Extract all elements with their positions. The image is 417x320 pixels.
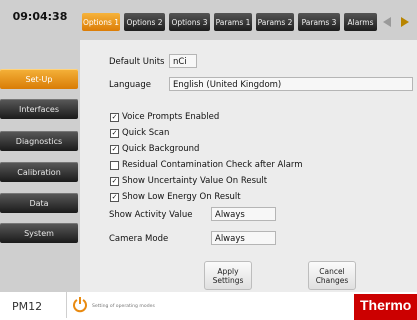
status-bar: PM12 Setting of operating modes Thermo — [0, 292, 417, 320]
apply-line1: Apply — [217, 266, 239, 276]
camera-mode-label: Camera Mode — [109, 234, 169, 244]
tab-params-1[interactable]: Params 1 — [214, 13, 252, 31]
sidebar-item-label: Calibration — [17, 167, 61, 177]
thermo-logo: Thermo — [354, 294, 417, 320]
voice-prompts-checkbox[interactable]: ✓ Voice Prompts Enabled — [110, 112, 219, 122]
language-label: Language — [109, 80, 151, 90]
tab-params-2[interactable]: Params 2 — [256, 13, 294, 31]
settings-panel: Default Units nCi Language English (Unit… — [80, 40, 417, 292]
sidebar-item-system[interactable]: System — [0, 223, 78, 243]
clock: 09:04:38 — [12, 10, 68, 23]
checkbox-box: ✓ — [110, 128, 119, 138]
sidebar-item-label: Set-Up — [25, 74, 53, 84]
checkbox-box: ✓ — [110, 144, 119, 154]
cancel-changes-label: Cancel Changes — [316, 267, 349, 285]
triangle-right-icon[interactable] — [397, 13, 413, 31]
residual-contamination-checkbox[interactable]: Residual Contamination Check after Alarm — [110, 160, 303, 170]
apply-settings-label: Apply Settings — [213, 267, 244, 285]
sidebar-item-label: Diagnostics — [15, 136, 63, 146]
tab-options-1[interactable]: Options 1 — [82, 13, 120, 31]
sidebar-item-calibration[interactable]: Calibration — [0, 162, 78, 182]
sidebar-item-label: Data — [29, 198, 49, 208]
checkbox-label: Show Low Energy On Result — [122, 192, 241, 202]
tab-bar: Options 1 Options 2 Options 3 Params 1 P… — [80, 0, 417, 40]
apply-settings-button[interactable]: Apply Settings — [204, 261, 252, 290]
checkbox-label: Residual Contamination Check after Alarm — [122, 160, 303, 170]
sidebar-item-diagnostics[interactable]: Diagnostics — [0, 131, 78, 151]
triangle-left-icon[interactable] — [379, 13, 395, 31]
sidebar: 09:04:38 Set-Up Interfaces Diagnostics C… — [0, 0, 80, 292]
sidebar-item-label: Interfaces — [19, 104, 59, 114]
power-icon[interactable] — [72, 295, 88, 313]
show-activity-label: Show Activity Value — [109, 210, 193, 220]
checkbox-box — [110, 160, 119, 170]
app-window: 09:04:38 Set-Up Interfaces Diagnostics C… — [0, 0, 417, 320]
quick-background-checkbox[interactable]: ✓ Quick Background — [110, 144, 199, 154]
default-units-field[interactable]: nCi — [169, 54, 197, 68]
cancel-changes-button[interactable]: Cancel Changes — [308, 261, 356, 290]
checkbox-box: ✓ — [110, 176, 119, 186]
status-divider — [66, 292, 67, 318]
sidebar-item-setup[interactable]: Set-Up — [0, 69, 78, 89]
sidebar-item-interfaces[interactable]: Interfaces — [0, 99, 78, 119]
checkbox-label: Voice Prompts Enabled — [122, 112, 220, 122]
device-model: PM12 — [12, 300, 43, 313]
camera-mode-field[interactable]: Always — [211, 231, 276, 245]
tab-options-2[interactable]: Options 2 — [124, 13, 165, 31]
checkbox-box: ✓ — [110, 192, 119, 202]
cancel-line2: Changes — [315, 275, 349, 285]
show-low-energy-checkbox[interactable]: ✓ Show Low Energy On Result — [110, 192, 241, 202]
show-activity-field[interactable]: Always — [211, 207, 276, 221]
show-uncertainty-checkbox[interactable]: ✓ Show Uncertainty Value On Result — [110, 176, 267, 186]
apply-line2: Settings — [212, 275, 244, 285]
sidebar-item-data[interactable]: Data — [0, 193, 78, 213]
tab-params-3[interactable]: Params 3 — [298, 13, 340, 31]
tab-alarms[interactable]: Alarms — [344, 13, 377, 31]
language-field[interactable]: English (United Kingdom) — [169, 77, 413, 91]
status-message: Setting of operating modes — [92, 304, 155, 309]
quick-scan-checkbox[interactable]: ✓ Quick Scan — [110, 128, 169, 138]
default-units-label: Default Units — [109, 57, 165, 67]
tab-options-3[interactable]: Options 3 — [169, 13, 210, 31]
checkbox-box: ✓ — [110, 112, 119, 122]
sidebar-item-label: System — [24, 228, 54, 238]
cancel-line1: Cancel — [319, 266, 345, 276]
checkbox-label: Show Uncertainty Value On Result — [122, 176, 268, 186]
checkbox-label: Quick Scan — [122, 128, 170, 138]
checkbox-label: Quick Background — [122, 144, 200, 154]
